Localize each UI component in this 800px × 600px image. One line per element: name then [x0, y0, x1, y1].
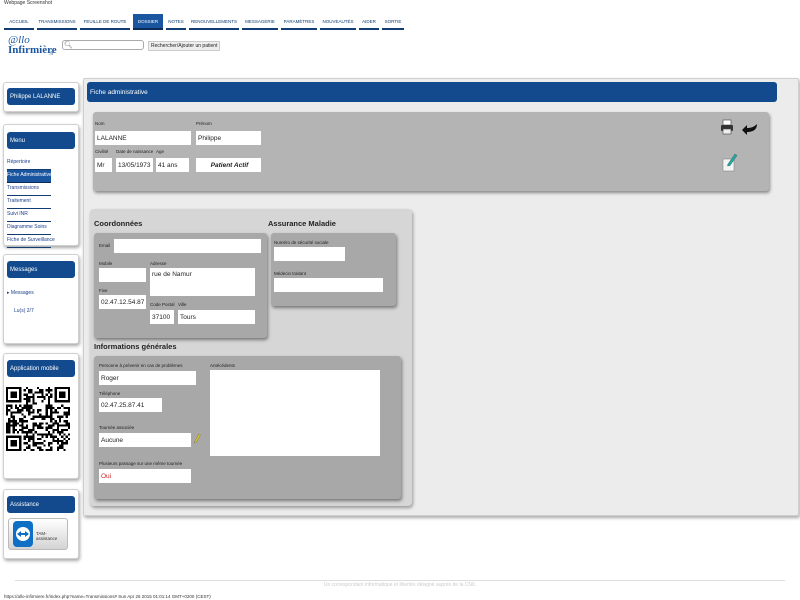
email-label: Email	[99, 243, 111, 248]
age-field[interactable]: 41 ans	[156, 158, 189, 172]
mobile-field[interactable]	[99, 268, 146, 282]
cp-label: Code Postal	[150, 302, 175, 307]
assurance-panel: Numéro de sécurité sociale Médecin trait…	[271, 233, 396, 306]
adresse-label: Adresse	[150, 261, 167, 266]
assistance-title: Assistance	[7, 496, 75, 513]
patient-name: Philippe LALANNE	[7, 88, 75, 105]
nav-tab[interactable]: RENOUVELLEMENTS	[189, 14, 239, 30]
nav-tab[interactable]: DOSSIER	[133, 14, 163, 30]
nav-tab[interactable]: PARAMÈTRES	[281, 14, 317, 30]
search-icon: 🔍︎	[64, 42, 73, 49]
nav-tab[interactable]: NOUVEAUTÉS	[320, 14, 356, 30]
secu-field[interactable]	[274, 247, 345, 261]
coordonnees-title: Coordonnées	[94, 219, 143, 228]
personne-label: Personne à prévenir en cas de problèmes	[99, 363, 183, 368]
tel-field[interactable]: 02.47.25.87.41	[99, 398, 162, 412]
menu-box: Menu Répertoire Fiche Administrative Trans…	[3, 124, 79, 248]
personne-field[interactable]: Roger	[99, 371, 196, 385]
secu-label: Numéro de sécurité sociale	[274, 240, 329, 245]
search-patient-button[interactable]: Rechercher/Ajouter un patient	[148, 41, 221, 51]
pencil-icon[interactable]	[193, 432, 201, 444]
page-caption: Webpage Screenshot	[4, 0, 52, 6]
patient-search-input[interactable]: 🔍︎	[62, 40, 144, 50]
plusieurs-field[interactable]: Oui	[99, 469, 191, 483]
teamviewer-button[interactable]: TAM-assistance	[8, 518, 68, 550]
tournee-field[interactable]: Aucune	[99, 433, 191, 447]
plusieurs-label: Plusieurs passage sur une même tournée	[99, 461, 183, 466]
status-bar: https://allo-infirmiere.fr/index.php?nam…	[4, 594, 211, 599]
naissance-field[interactable]: 13/05/1973	[116, 158, 153, 172]
medecin-field[interactable]	[274, 278, 383, 292]
tournee-label: Tournée associée	[99, 425, 135, 430]
messages-link-label: Messages	[10, 290, 34, 296]
tel-label: Téléphone	[99, 391, 121, 396]
nav-tab[interactable]: SORTIE	[382, 14, 404, 30]
antecedents-field[interactable]	[210, 370, 380, 456]
ville-label: Ville	[178, 302, 187, 307]
menu-list: Répertoire Fiche Administrative Transmissi…	[7, 157, 55, 248]
nav-tab[interactable]: AIDER	[359, 14, 379, 30]
age-label: Age	[156, 149, 165, 154]
assistance-label: TAM-assistance	[36, 531, 58, 541]
mobile-label: Mobile	[99, 261, 113, 266]
civilite-label: Civilité	[95, 149, 109, 154]
status-badge: Patient Actif	[196, 158, 261, 172]
sidebar-menu-item[interactable]: Fiche Administrative	[7, 170, 52, 183]
logo-suffix: .fr	[49, 51, 54, 57]
messages-link[interactable]: ▸ Messages	[7, 290, 34, 296]
infos-panel: Personne à prévenir en cas de problèmes …	[94, 356, 401, 499]
adresse-field[interactable]: rue de Namur	[150, 268, 255, 296]
civilite-field[interactable]: Mr	[95, 158, 112, 172]
patient-name-box: Philippe LALANNE	[3, 82, 79, 112]
antecedents-label: Antécédents	[210, 363, 236, 368]
site-logo[interactable]: @llo Infirmière .fr	[8, 34, 58, 62]
coordonnees-panel: Email Mobile Adresse rue de Namur Fixe 0…	[94, 233, 267, 338]
sidebar-menu-item[interactable]: Transmissions	[7, 183, 51, 196]
naissance-label: Date de naissance	[116, 149, 154, 154]
nav-tab[interactable]: FEUILLE DE ROUTE	[80, 14, 130, 30]
infos-title: Informations générales	[94, 342, 177, 351]
app-mobile-box: Application mobile	[3, 353, 79, 479]
nav-tab[interactable]: NOTES	[166, 14, 186, 30]
cp-field[interactable]: 37100	[150, 310, 174, 324]
sidebar-menu-item[interactable]: Traitement	[7, 196, 51, 209]
print-icon[interactable]	[720, 119, 734, 135]
edit-icon[interactable]	[722, 152, 738, 172]
assurance-title: Assurance Maladie	[268, 219, 336, 228]
top-nav: ACCUEIL TRANSMISSIONS FEUILLE DE ROUTE DOSS…	[4, 14, 407, 32]
email-field[interactable]	[114, 239, 261, 253]
teamviewer-icon	[13, 521, 33, 547]
assistance-box: Assistance TAM-assistance	[3, 489, 79, 559]
sidebar-menu-item[interactable]: Fiche de Surveillance	[7, 235, 55, 248]
messages-title: Messages	[7, 261, 75, 278]
menu-title: Menu	[7, 132, 75, 149]
app-mobile-title: Application mobile	[7, 360, 75, 377]
fixe-label: Fixe	[99, 288, 108, 293]
main-panel: Fiche administrative Nom LALANNE Prénom …	[83, 78, 799, 516]
messages-box: Messages ▸ Messages Lu(s) 2/7	[3, 254, 79, 344]
qr-code-icon[interactable]	[6, 376, 70, 462]
details-section: Coordonnées Assurance Maladie Email Mobi…	[90, 209, 412, 506]
messages-count[interactable]: Lu(s) 2/7	[14, 308, 34, 314]
prenom-label: Prénom	[196, 121, 212, 126]
nav-tab[interactable]: TRANSMISSIONS	[37, 14, 77, 30]
page-title: Fiche administrative	[87, 82, 777, 102]
footer-text: Un correspondant informatique et liberté…	[323, 582, 477, 588]
sidebar-menu-item[interactable]: Diagramme Soins	[7, 222, 51, 235]
nav-tab[interactable]: ACCUEIL	[4, 14, 34, 30]
footer-divider	[15, 580, 785, 581]
back-arrow-icon[interactable]	[741, 122, 759, 136]
nom-field[interactable]: LALANNE	[95, 131, 191, 145]
fixe-field[interactable]: 02.47.12.54.87	[99, 295, 146, 309]
nom-label: Nom	[95, 121, 105, 126]
ville-field[interactable]: Tours	[178, 310, 255, 324]
sidebar-menu-item[interactable]: Suivi INR	[7, 209, 51, 222]
nav-tab[interactable]: MESSAGERIE	[242, 14, 278, 30]
admin-panel: Nom LALANNE Prénom Philippe Civilité Mr …	[93, 112, 769, 191]
medecin-label: Médecin traitant	[274, 271, 307, 276]
sidebar-menu-item[interactable]: Répertoire	[7, 157, 51, 170]
prenom-field[interactable]: Philippe	[196, 131, 261, 145]
